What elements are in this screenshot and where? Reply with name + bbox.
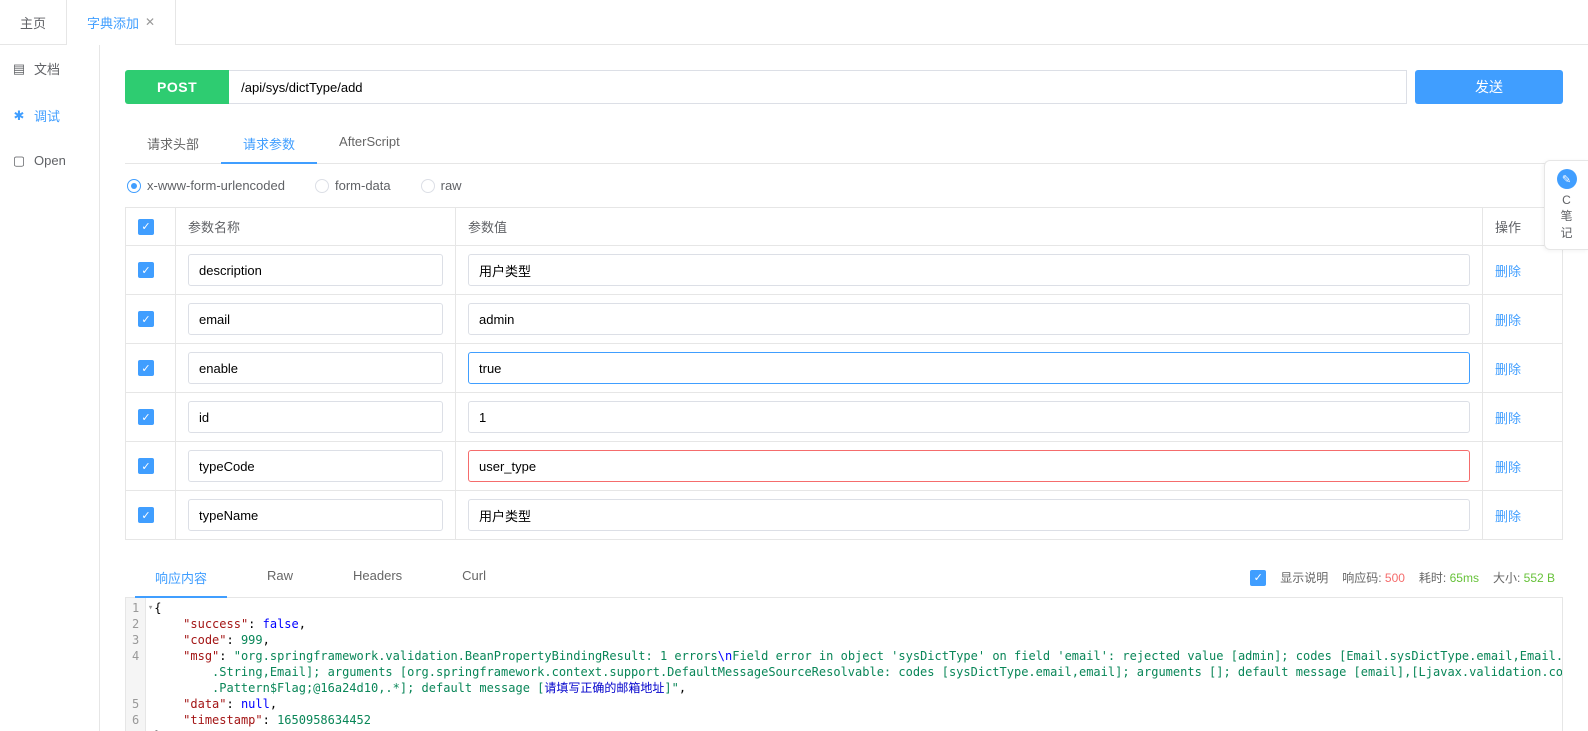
url-input[interactable] bbox=[229, 70, 1407, 104]
row-checkbox[interactable]: ✓ bbox=[138, 262, 154, 278]
line-gutter: 1234567 bbox=[126, 598, 146, 731]
sidebar-item-label: Open bbox=[34, 153, 66, 168]
response-section: 响应内容 Raw Headers Curl ✓ 显示说明 响应码: 500 耗时… bbox=[125, 558, 1563, 731]
tab-label: 字典添加 bbox=[87, 13, 139, 32]
param-value-input[interactable] bbox=[468, 401, 1470, 433]
row-checkbox[interactable]: ✓ bbox=[138, 409, 154, 425]
tab-req-headers[interactable]: 请求头部 bbox=[125, 124, 221, 163]
table-row: ✓ 删除 bbox=[126, 246, 1563, 295]
param-name-input[interactable] bbox=[188, 352, 443, 384]
param-name-input[interactable] bbox=[188, 254, 443, 286]
open-icon: ▢ bbox=[12, 154, 26, 168]
resp-tab-headers[interactable]: Headers bbox=[323, 558, 432, 597]
note-pencil-icon: ✎ bbox=[1557, 169, 1577, 189]
tab-afterscript[interactable]: AfterScript bbox=[317, 124, 422, 163]
elapsed-time: 65ms bbox=[1450, 571, 1479, 585]
row-checkbox[interactable]: ✓ bbox=[138, 311, 154, 327]
show-desc-checkbox[interactable]: ✓ bbox=[1250, 570, 1266, 586]
radio-icon bbox=[127, 179, 141, 193]
radio-urlencoded[interactable]: x-www-form-urlencoded bbox=[127, 178, 285, 193]
close-icon[interactable]: ✕ bbox=[145, 15, 155, 29]
param-value-input[interactable] bbox=[468, 303, 1470, 335]
response-header-bar: 响应内容 Raw Headers Curl ✓ 显示说明 响应码: 500 耗时… bbox=[125, 558, 1563, 598]
param-value-input[interactable] bbox=[468, 254, 1470, 286]
table-row: ✓ 删除 bbox=[126, 393, 1563, 442]
header-value: 参数值 bbox=[456, 208, 1483, 246]
tab-dict-add[interactable]: 字典添加 ✕ bbox=[67, 0, 176, 44]
radio-icon bbox=[421, 179, 435, 193]
table-row: ✓ 删除 bbox=[126, 344, 1563, 393]
table-row: ✓ 删除 bbox=[126, 295, 1563, 344]
top-tabs: 主页 字典添加 ✕ bbox=[0, 0, 1588, 45]
param-name-input[interactable] bbox=[188, 401, 443, 433]
param-name-input[interactable] bbox=[188, 303, 443, 335]
bug-icon: ✱ bbox=[12, 109, 26, 123]
code-content: { "success": false, "code": 999, "msg": … bbox=[146, 598, 1562, 731]
sidebar-item-open[interactable]: ▢ Open bbox=[0, 139, 99, 182]
header-checkbox: ✓ bbox=[126, 208, 176, 246]
http-method-badge[interactable]: POST bbox=[125, 70, 229, 104]
param-value-input[interactable] bbox=[468, 499, 1470, 531]
delete-link[interactable]: 删除 bbox=[1495, 264, 1521, 279]
float-notes-widget[interactable]: ✎ C 笔 记 bbox=[1544, 160, 1588, 250]
send-button[interactable]: 发送 bbox=[1415, 70, 1563, 104]
main-panel: POST 发送 请求头部 请求参数 AfterScript x-www-form… bbox=[100, 0, 1588, 731]
response-meta: ✓ 显示说明 响应码: 500 耗时: 65ms 大小: 552 B bbox=[1250, 569, 1563, 586]
row-checkbox[interactable]: ✓ bbox=[138, 458, 154, 474]
table-row: ✓ 删除 bbox=[126, 442, 1563, 491]
delete-link[interactable]: 删除 bbox=[1495, 460, 1521, 475]
radio-raw[interactable]: raw bbox=[421, 178, 462, 193]
response-body-editor[interactable]: 1234567 { "success": false, "code": 999,… bbox=[125, 598, 1563, 731]
param-name-input[interactable] bbox=[188, 450, 443, 482]
tab-req-params[interactable]: 请求参数 bbox=[221, 124, 317, 163]
sidebar-item-label: 调试 bbox=[34, 106, 60, 125]
delete-link[interactable]: 删除 bbox=[1495, 362, 1521, 377]
delete-link[interactable]: 删除 bbox=[1495, 509, 1521, 524]
response-size: 552 B bbox=[1524, 571, 1555, 585]
param-value-input[interactable] bbox=[468, 450, 1470, 482]
request-subtabs: 请求头部 请求参数 AfterScript bbox=[125, 124, 1563, 164]
show-desc-label: 显示说明 bbox=[1280, 569, 1328, 586]
resp-tab-curl[interactable]: Curl bbox=[432, 558, 516, 597]
body-type-radios: x-www-form-urlencoded form-data raw bbox=[125, 178, 1563, 193]
delete-link[interactable]: 删除 bbox=[1495, 313, 1521, 328]
request-bar: POST 发送 bbox=[125, 70, 1563, 104]
row-checkbox[interactable]: ✓ bbox=[138, 360, 154, 376]
header-name: 参数名称 bbox=[176, 208, 456, 246]
sidebar-item-debug[interactable]: ✱ 调试 bbox=[0, 92, 99, 139]
tab-label: 主页 bbox=[20, 13, 46, 32]
sidebar: ▤ 文档 ✱ 调试 ▢ Open bbox=[0, 0, 100, 731]
status-code: 500 bbox=[1385, 571, 1405, 585]
sidebar-item-label: 文档 bbox=[34, 59, 60, 78]
table-row: ✓ 删除 bbox=[126, 491, 1563, 540]
params-table: ✓ 参数名称 参数值 操作 ✓删除✓删除✓删除✓删除✓删除✓删除 bbox=[125, 207, 1563, 540]
doc-icon: ▤ bbox=[12, 62, 26, 76]
radio-icon bbox=[315, 179, 329, 193]
resp-tab-content[interactable]: 响应内容 bbox=[125, 558, 237, 597]
param-name-input[interactable] bbox=[188, 499, 443, 531]
sidebar-item-doc[interactable]: ▤ 文档 bbox=[0, 45, 99, 92]
radio-formdata[interactable]: form-data bbox=[315, 178, 391, 193]
tab-home[interactable]: 主页 bbox=[0, 0, 67, 44]
delete-link[interactable]: 删除 bbox=[1495, 411, 1521, 426]
row-checkbox[interactable]: ✓ bbox=[138, 507, 154, 523]
checkbox-all[interactable]: ✓ bbox=[138, 219, 154, 235]
resp-tab-raw[interactable]: Raw bbox=[237, 558, 323, 597]
param-value-input[interactable] bbox=[468, 352, 1470, 384]
